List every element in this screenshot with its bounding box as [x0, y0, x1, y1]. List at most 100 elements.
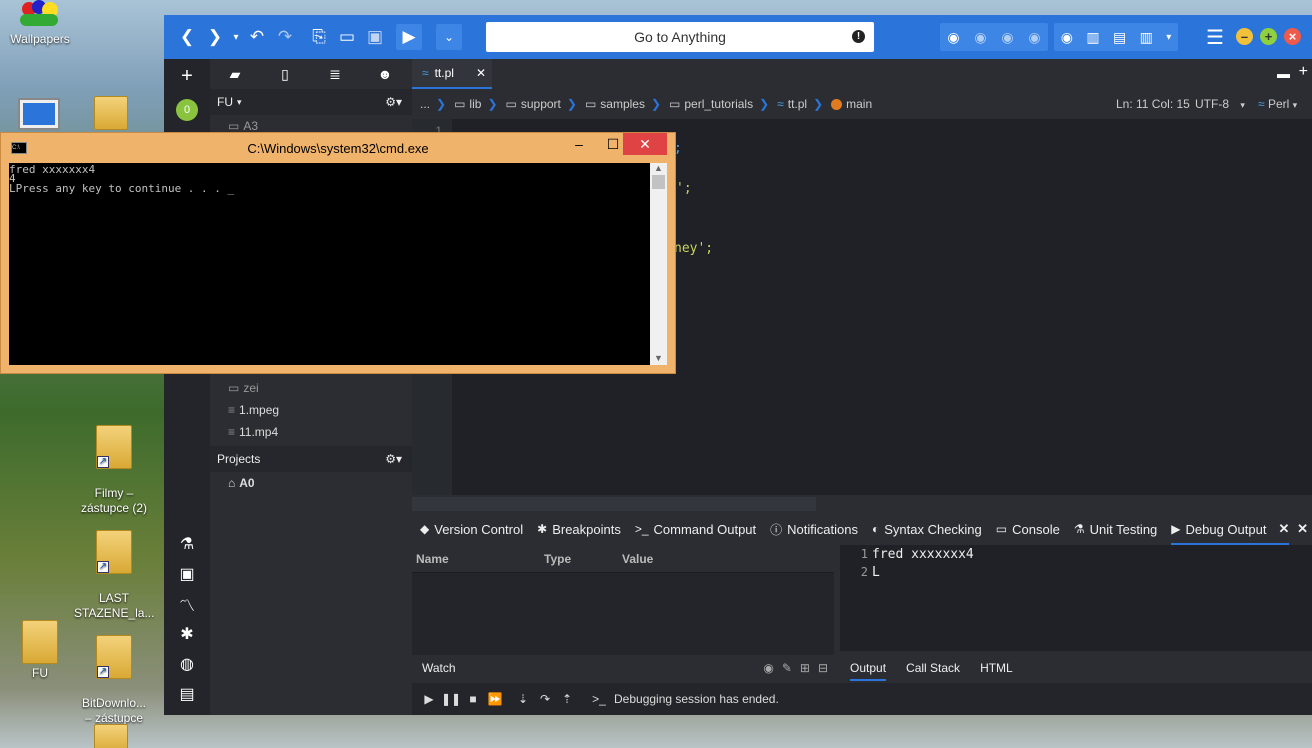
file-icon[interactable]: ▯ — [260, 66, 310, 83]
tab-breakpoints[interactable]: ✱ Breakpoints — [537, 522, 621, 537]
monitor-icon[interactable] — [18, 98, 60, 130]
language-selector[interactable]: ≈ Perl ▾ — [1258, 97, 1297, 111]
record-macro-icon[interactable]: ◉ — [947, 29, 959, 46]
terminal-icon[interactable]: ▣ — [164, 559, 210, 589]
folder-icon[interactable] — [94, 96, 128, 130]
run-button[interactable]: ▶ — [396, 24, 422, 50]
maximize-button[interactable]: + — [1260, 28, 1277, 45]
breadcrumb-item[interactable]: ▭ samples ❯ — [585, 97, 661, 111]
close-pane-icon[interactable]: ✕ — [1297, 521, 1308, 537]
fast-forward-icon[interactable]: ⏩ — [484, 692, 506, 706]
notification-alert-icon[interactable]: ! — [852, 30, 865, 43]
minimize-button[interactable]: – — [1236, 28, 1253, 45]
edit-icon[interactable]: ✎ — [782, 661, 792, 675]
notebook-icon[interactable]: ▤ — [164, 679, 210, 709]
file-row[interactable]: ≡ 1.mpeg — [210, 399, 412, 421]
places-folder-icon[interactable]: ▰ — [210, 66, 260, 83]
flask-icon[interactable]: ⚗ — [164, 529, 210, 559]
breadcrumb-item[interactable]: ≈ tt.pl ❯ — [777, 97, 823, 111]
redo-button[interactable]: ↷ — [272, 24, 298, 50]
step-in-icon[interactable]: ⇣ — [512, 692, 534, 706]
folder-icon[interactable] — [94, 724, 128, 748]
tab-version-control[interactable]: ◆ Version Control — [420, 522, 523, 537]
globe-icon[interactable]: ◍ — [164, 649, 210, 679]
new-tab-icon[interactable]: + — [1299, 63, 1308, 81]
step-over-icon[interactable]: ↷ — [534, 692, 556, 706]
new-file-button[interactable]: ⎘ — [306, 24, 332, 50]
tab-html[interactable]: HTML — [980, 661, 1013, 675]
save-macro-icon[interactable]: ◉ — [1028, 29, 1040, 46]
tab-command-output[interactable]: >_ Command Output — [635, 522, 756, 537]
remove-watch-icon[interactable]: ⊟ — [818, 661, 828, 675]
tab-call-stack[interactable]: Call Stack — [906, 661, 960, 675]
go-to-anything-input[interactable]: Go to Anything ! — [486, 22, 874, 52]
project-item[interactable]: ⌂ A0 — [210, 472, 412, 494]
add-icon[interactable]: + — [164, 61, 210, 91]
tab-syntax-checking[interactable]: ◐ Syntax Checking — [872, 522, 982, 537]
undo-button[interactable]: ↶ — [244, 24, 270, 50]
users-icon[interactable]: ☻ — [360, 66, 410, 82]
stop-icon[interactable]: ■ — [462, 692, 484, 706]
breadcrumb-item[interactable]: ▭ support ❯ — [506, 97, 577, 111]
breadcrumb-item[interactable]: ▭ lib ❯ — [454, 97, 497, 111]
gear-icon[interactable]: ⚙▾ — [385, 95, 402, 109]
close-button[interactable]: ✕ — [623, 133, 667, 155]
hamburger-menu-icon[interactable]: ☰ — [1202, 24, 1228, 50]
tab-output[interactable]: Output — [850, 661, 887, 681]
open-folder-button[interactable]: ▭ — [334, 24, 360, 50]
scroll-down-icon[interactable]: ▼ — [650, 353, 667, 363]
forward-button[interactable]: ❯ — [202, 24, 228, 50]
vertical-scrollbar[interactable]: ▲ ▼ — [650, 163, 667, 365]
stop-macro-icon[interactable]: ◉ — [974, 29, 986, 46]
chevron-down-icon[interactable]: ▾ — [237, 97, 242, 108]
scroll-up-icon[interactable]: ▲ — [650, 163, 667, 173]
desktop-icon-wallpapers[interactable]: Wallpapers — [0, 0, 80, 47]
breadcrumb-item[interactable]: ... ❯ — [420, 97, 446, 111]
cursor-position[interactable]: Ln: 11 Col: 15 — [1116, 97, 1190, 111]
step-out-icon[interactable]: ⇡ — [556, 692, 578, 706]
breadcrumb-item[interactable]: ▭ perl_tutorials ❯ — [669, 97, 769, 111]
scroll-thumb[interactable] — [652, 175, 665, 189]
go-icon[interactable]: ▶ — [418, 692, 440, 706]
desktop-icon-bitdownload[interactable]: ↗ BitDownlo... – zástupce — [74, 620, 154, 741]
breadcrumb-item[interactable]: main — [831, 97, 872, 111]
toolbox-dropdown-button[interactable]: ⌄ — [436, 24, 462, 50]
close-button[interactable]: × — [1284, 28, 1301, 45]
komodo-badge-icon[interactable]: 0 — [164, 95, 210, 125]
pause-icon[interactable]: ❚❚ — [440, 692, 462, 706]
database-icon[interactable]: ≣ — [310, 66, 360, 83]
close-tab-icon[interactable]: ✕ — [476, 66, 486, 80]
tab-debug-output[interactable]: ▶ Debug Output ✕ — [1171, 521, 1290, 545]
desktop-icon-last-stazene[interactable]: ↗ LAST STAZENE_la... — [74, 515, 154, 636]
encoding-selector[interactable]: UTF-8 ▾ — [1195, 97, 1245, 111]
desktop-icon-filmy[interactable]: ↗ Filmy – zástupce (2) — [74, 410, 154, 531]
prompt-icon[interactable]: >_ — [588, 692, 610, 706]
chart-icon[interactable]: 〽 — [164, 589, 210, 619]
editor-tab[interactable]: ≈ tt.pl ✕ — [412, 59, 492, 89]
tab-notifications[interactable]: ⓘ Notifications — [770, 521, 858, 538]
desktop-icon-fu[interactable]: FU — [0, 620, 80, 681]
chevron-down-icon[interactable]: ▾ — [1166, 32, 1171, 43]
places-root-label[interactable]: FU — [217, 95, 233, 109]
horizontal-scrollbar[interactable] — [412, 497, 816, 511]
watch-tab[interactable]: Watch — [422, 661, 456, 675]
bottom-pane-toggle-icon[interactable]: ▤ — [1113, 29, 1126, 46]
folder-row[interactable]: ▭ zei — [210, 377, 412, 399]
add-watch-icon[interactable]: ⊞ — [800, 661, 810, 675]
left-pane-toggle-icon[interactable]: ▥ — [1086, 29, 1099, 46]
gear-icon[interactable]: ⚙▾ — [385, 452, 402, 466]
save-button[interactable]: ▣ — [362, 24, 388, 50]
tab-unit-testing[interactable]: ⚗ Unit Testing — [1074, 522, 1157, 537]
eye-icon[interactable]: ◉ — [763, 661, 773, 675]
eye-icon[interactable]: ◉ — [1061, 29, 1073, 46]
regex-icon[interactable]: ✱ — [164, 619, 210, 649]
close-tab-icon[interactable]: ✕ — [1278, 521, 1289, 537]
tab-list-icon[interactable]: ▬ — [1277, 66, 1290, 81]
right-pane-toggle-icon[interactable]: ▥ — [1140, 29, 1153, 46]
play-macro-icon[interactable]: ◉ — [1001, 29, 1013, 46]
back-button[interactable]: ❮ — [174, 24, 200, 50]
tab-console[interactable]: ▭ Console — [996, 522, 1060, 537]
history-dropdown-icon[interactable]: ▾ — [230, 24, 242, 50]
file-row[interactable]: ≡ 11.mp4 — [210, 421, 412, 443]
cmd-console[interactable]: fred xxxxxxx4 4 LPress any key to contin… — [9, 163, 650, 365]
